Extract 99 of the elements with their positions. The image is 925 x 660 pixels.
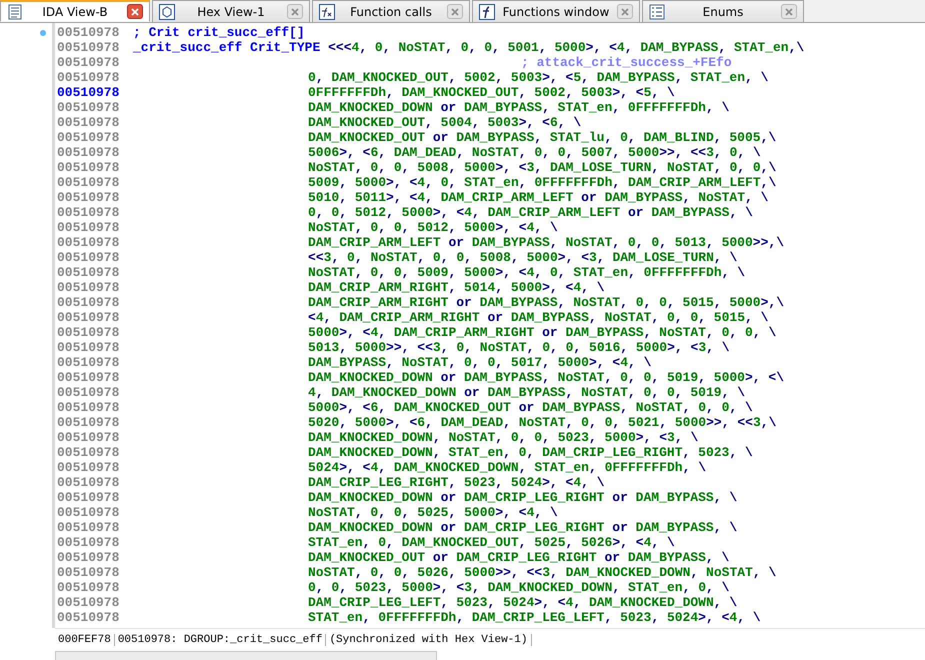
code-line: <<3, 0, NoSTAT, 0, 0, 5008, 5000>, <3, DAM_LOSE_TURN, \: [308, 250, 738, 265]
tab[interactable]: Function calls: [312, 0, 470, 22]
comment-line: ; Crit crit_succ_eff[]: [133, 25, 305, 40]
code-line: 0, DAM_KNOCKED_OUT, 5002, 5003>, <5, DAM_BYPASS, STAT_en, \: [308, 70, 768, 85]
address[interactable]: 00510978: [55, 400, 132, 415]
tab[interactable]: Enums: [642, 0, 804, 22]
address[interactable]: 00510978: [55, 100, 132, 115]
close-button[interactable]: [127, 4, 143, 19]
code-line: 5024>, <4, DAM_KNOCKED_DOWN, STAT_en, 0FFFFFFFDh, \: [308, 460, 706, 475]
address[interactable]: 00510978: [55, 115, 132, 130]
code-line: <4, DAM_CRIP_ARM_RIGHT or DAM_BYPASS, NoSTAT, 0, 0, 5015, \: [308, 310, 768, 325]
code-line: DAM_CRIP_ARM_RIGHT or DAM_BYPASS, NoSTAT, 0, 0, 5015, 5000>,\: [308, 295, 784, 310]
code-line: DAM_KNOCKED_DOWN, NoSTAT, 0, 0, 5023, 5000>, <3, \: [308, 430, 698, 445]
address[interactable]: 00510978: [55, 265, 132, 280]
address[interactable]: 00510978: [55, 175, 132, 190]
code-line: 5013, 5000>>, <<3, 0, NoSTAT, 0, 0, 5016, 5000>, <3, \: [308, 340, 730, 355]
code-line: DAM_KNOCKED_DOWN or DAM_CRIP_LEG_RIGHT or DAM_BYPASS, \: [308, 490, 738, 505]
code-line: DAM_KNOCKED_DOWN or DAM_BYPASS, NoSTAT, 0, 0, 5019, 5000>, <\: [308, 370, 784, 385]
address[interactable]: 00510978: [55, 385, 132, 400]
code-line: STAT_en, 0, DAM_KNOCKED_OUT, 5025, 5026>, <4, \: [308, 535, 675, 550]
code-line: NoSTAT, 0, 0, 5025, 5000>, <4, \: [308, 505, 558, 520]
code-line: 5010, 5011>, <4, DAM_CRIP_ARM_LEFT or DAM_BYPASS, NoSTAT, \: [308, 190, 768, 205]
document-list-icon: [7, 4, 23, 20]
address[interactable]: 00510978: [55, 130, 132, 145]
close-icon: [131, 8, 139, 16]
code-line: DAM_KNOCKED_OUT or DAM_BYPASS, STAT_lu, 0, DAM_BLIND, 5005,\: [308, 130, 776, 145]
code-line: DAM_KNOCKED_OUT or DAM_CRIP_LEG_RIGHT or DAM_BYPASS, \: [308, 550, 730, 565]
address[interactable]: 00510978: [55, 595, 132, 610]
address[interactable]: 00510978: [55, 55, 132, 70]
code-line: DAM_CRIP_ARM_RIGHT, 5014, 5000>, <4, \: [308, 280, 605, 295]
code-line: DAM_KNOCKED_OUT, 5004, 5003>, <6, \: [308, 115, 582, 130]
address[interactable]: 00510978: [55, 250, 132, 265]
status-location: 00510978: DGROUP:_crit_succ_eff: [114, 634, 326, 646]
code-line: NoSTAT, 0, 0, 5026, 5000>>, <<3, DAM_KNOCKED_DOWN, NoSTAT, \: [308, 565, 776, 580]
code-line: DAM_CRIP_ARM_LEFT or DAM_BYPASS, NoSTAT, 0, 0, 5013, 5000>>,\: [308, 235, 784, 250]
tab[interactable]: Hex View-1: [152, 0, 310, 22]
horizontal-scrollbar[interactable]: [55, 651, 437, 660]
list-icon: [649, 4, 665, 20]
address[interactable]: 00510978: [55, 460, 132, 475]
code-line: 5000>, <4, DAM_CRIP_ARM_RIGHT or DAM_BYPASS, NoSTAT, 0, 0, \: [308, 325, 776, 340]
address[interactable]: 00510978: [55, 160, 132, 175]
address[interactable]: 00510978: [55, 535, 132, 550]
code-line: NoSTAT, 0, 0, 5012, 5000>, <4, \: [308, 220, 558, 235]
address[interactable]: 00510978: [55, 505, 132, 520]
address[interactable]: 00510978: [55, 85, 132, 100]
comment-line: ; attack_crit_success_+FEfo: [521, 55, 732, 70]
address[interactable]: 00510978: [55, 490, 132, 505]
code-line: _crit_succ_eff Crit_TYPE <<<4, 0, NoSTAT, 0, 0, 5001, 5000>, <4, DAM_BYPASS, STAT_en,\: [133, 40, 804, 55]
address[interactable]: 00510978: [55, 145, 132, 160]
address[interactable]: 00510978: [55, 550, 132, 565]
address[interactable]: 00510978: [55, 340, 132, 355]
code-line: STAT_en, 0FFFFFFFDh, DAM_CRIP_LEG_LEFT, 5023, 5024>, <4, \: [308, 610, 761, 625]
address[interactable]: 00510978: [55, 25, 132, 40]
code-line: 5006>, <6, DAM_DEAD, NoSTAT, 0, 0, 5007, 5000>>, <<3, 0, \: [308, 145, 761, 160]
address[interactable]: 00510978: [55, 280, 132, 295]
tab[interactable]: IDA View-B: [0, 0, 150, 22]
status-offset: 000FEF78: [55, 634, 115, 646]
code-line: 5000>, <6, DAM_KNOCKED_OUT or DAM_BYPASS, NoSTAT, 0, 0, \: [308, 400, 753, 415]
code-line: 0, 0, 5012, 5000>, <4, DAM_CRIP_ARM_LEFT or DAM_BYPASS, \: [308, 205, 753, 220]
address[interactable]: 00510978: [55, 430, 132, 445]
tab[interactable]: Functions window: [472, 0, 640, 22]
address[interactable]: 00510978: [55, 565, 132, 580]
address[interactable]: 00510978: [55, 580, 132, 595]
address[interactable]: 00510978: [55, 445, 132, 460]
address[interactable]: 00510978: [55, 520, 132, 535]
address[interactable]: 00510978: [55, 610, 132, 625]
address[interactable]: 00510978: [55, 190, 132, 205]
address[interactable]: 00510978: [55, 235, 132, 250]
address[interactable]: 00510978: [55, 220, 132, 235]
close-icon: [785, 8, 793, 16]
address[interactable]: 00510978: [55, 415, 132, 430]
address[interactable]: 00510978: [55, 475, 132, 490]
function-calls-icon: [319, 4, 335, 20]
code-line: DAM_BYPASS, NoSTAT, 0, 0, 5017, 5000>, <4, \: [308, 355, 652, 370]
address[interactable]: 00510978: [55, 205, 132, 220]
address[interactable]: 00510978: [55, 370, 132, 385]
function-f-icon: [479, 4, 495, 20]
code-line: 4, DAM_KNOCKED_DOWN or DAM_BYPASS, NoSTAT, 0, 0, 5019, \: [308, 385, 746, 400]
code-line: 5020, 5000>, <6, DAM_DEAD, NoSTAT, 0, 0, 5021, 5000>>, <<3,\: [308, 415, 776, 430]
code-line: NoSTAT, 0, 0, 5009, 5000>, <4, 0, STAT_en, 0FFFFFFFDh, \: [308, 265, 746, 280]
code-line: DAM_KNOCKED_DOWN or DAM_CRIP_LEG_RIGHT or DAM_BYPASS, \: [308, 520, 738, 535]
close-icon: [621, 8, 629, 16]
code-line: DAM_KNOCKED_DOWN or DAM_BYPASS, STAT_en, 0FFFFFFFDh, \: [308, 100, 730, 115]
close-icon: [291, 8, 299, 16]
code-line: 5009, 5000>, <4, 0, STAT_en, 0FFFFFFFDh, DAM_CRIP_ARM_LEFT,\: [308, 175, 776, 190]
status-sync: (Synchronized with Hex View-1): [326, 634, 532, 646]
code-line: 0, 0, 5023, 5000>, <3, DAM_KNOCKED_DOWN, STAT_en, 0, \: [308, 580, 730, 595]
close-icon: [451, 8, 459, 16]
code-line: DAM_CRIP_LEG_RIGHT, 5023, 5024>, <4, \: [308, 475, 605, 490]
code-line: NoSTAT, 0, 0, 5008, 5000>, <3, DAM_LOSE_TURN, NoSTAT, 0, 0,\: [308, 160, 776, 175]
code-line: DAM_CRIP_LEG_LEFT, 5023, 5024>, <4, DAM_KNOCKED_DOWN, \: [308, 595, 738, 610]
address[interactable]: 00510978: [55, 325, 132, 340]
address[interactable]: 00510978: [55, 70, 132, 85]
address[interactable]: 00510978: [55, 310, 132, 325]
address[interactable]: 00510978: [55, 355, 132, 370]
address[interactable]: 00510978: [55, 295, 132, 310]
code-line: 0FFFFFFFDh, DAM_KNOCKED_OUT, 5002, 5003>, <5, \: [308, 85, 675, 100]
code-line: DAM_KNOCKED_DOWN, STAT_en, 0, DAM_CRIP_LEG_RIGHT, 5023, \: [308, 445, 753, 460]
address[interactable]: 00510978: [55, 40, 132, 55]
